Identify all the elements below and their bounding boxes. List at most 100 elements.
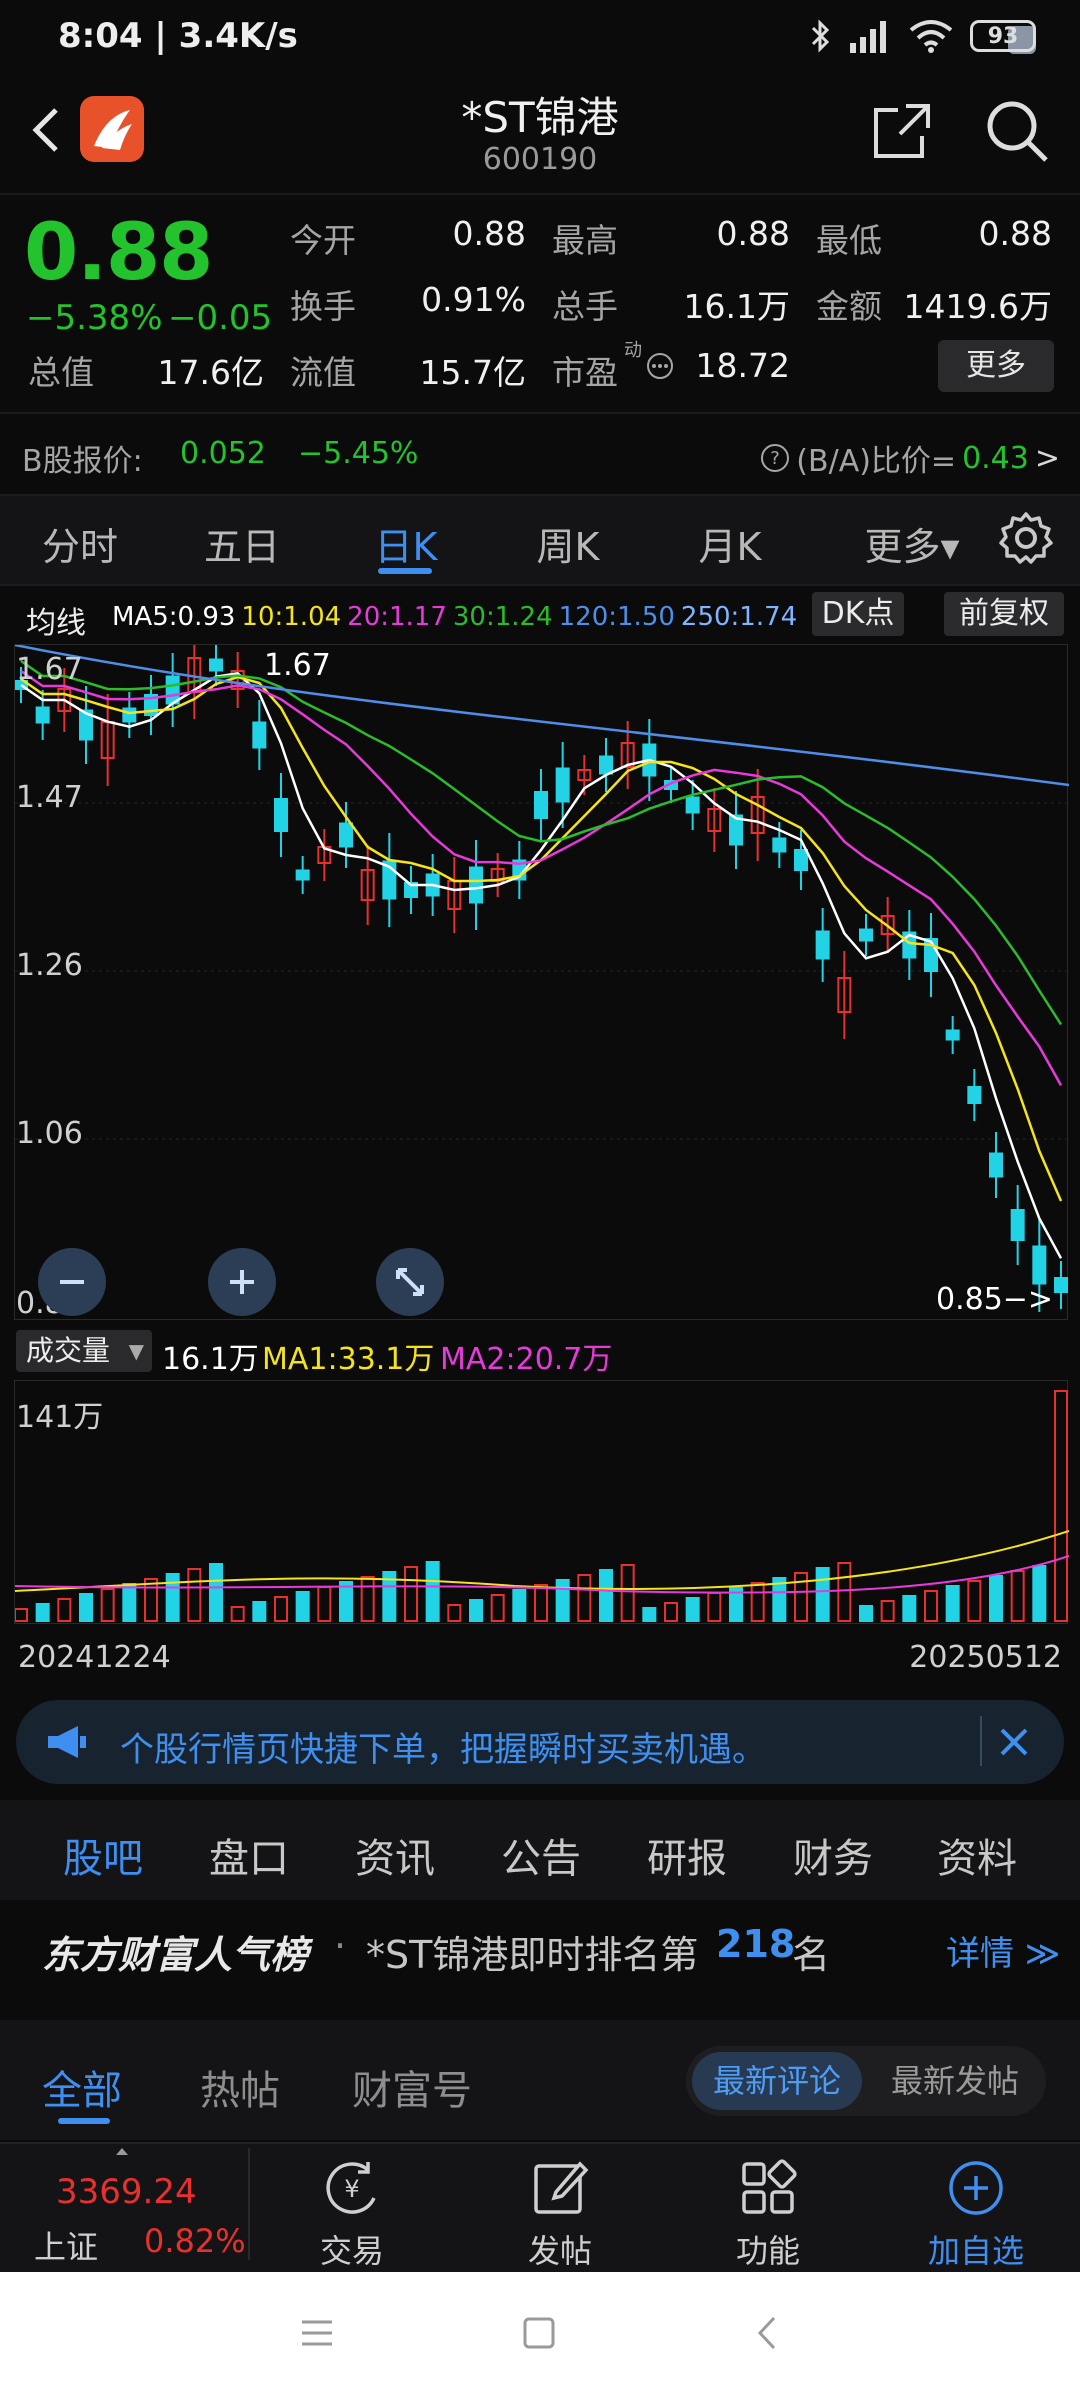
indicator-selector-label: 成交量 bbox=[26, 1334, 111, 1367]
float-label: 流值 bbox=[290, 353, 356, 392]
volume-bar bbox=[122, 1583, 137, 1622]
tab-more[interactable]: 更多▾ bbox=[842, 516, 982, 571]
indicator-selector[interactable]: 成交量 ▼ bbox=[16, 1330, 152, 1372]
add-circle-icon[interactable] bbox=[946, 2158, 1006, 2218]
signal-icon bbox=[850, 21, 886, 53]
menu-icon[interactable] bbox=[300, 2318, 334, 2348]
megaphone-icon bbox=[48, 1726, 86, 1758]
mcap-value: 17.6亿 bbox=[157, 353, 264, 392]
trade-icon[interactable]: ¥ bbox=[322, 2158, 382, 2218]
volume-max-label: 141万 bbox=[16, 1400, 104, 1435]
zoom-in-button[interactable] bbox=[208, 1248, 276, 1316]
candle-body bbox=[122, 707, 137, 723]
more-quote-button[interactable]: 更多 bbox=[938, 340, 1054, 392]
candle-body bbox=[295, 869, 310, 881]
post-icon[interactable] bbox=[530, 2158, 590, 2218]
section-gap bbox=[0, 1998, 1080, 2020]
nav-post[interactable]: 发帖 bbox=[500, 2226, 620, 2272]
volume-chart[interactable] bbox=[14, 1380, 1070, 1624]
candle-body bbox=[209, 658, 223, 672]
turnover-value: 0.91% bbox=[421, 280, 526, 319]
caret-up-icon bbox=[116, 2148, 128, 2155]
dk-point-button[interactable]: DK点 bbox=[812, 592, 904, 636]
bshare-price: 0.052 bbox=[180, 436, 266, 471]
forum-tab-hot[interactable]: 热帖 bbox=[200, 2058, 280, 2116]
bshare-ratio[interactable]: ? (B/A)比价= 0.43 > bbox=[760, 436, 1060, 480]
tab-financials[interactable]: 财务 bbox=[778, 1826, 888, 1884]
tab-daily-k[interactable]: 日K bbox=[346, 516, 466, 571]
ratio-value: 0.43 bbox=[962, 440, 1029, 476]
volume-bar bbox=[967, 1580, 982, 1622]
kline-chart[interactable] bbox=[14, 631, 1070, 1320]
volume-bar bbox=[165, 1573, 180, 1622]
ma120-value: 120:1.50 bbox=[558, 602, 675, 632]
ma-values: MA5:0.93 10:1.04 20:1.17 30:1.24 120:1.5… bbox=[112, 602, 797, 632]
sort-latest-comments[interactable]: 最新评论 bbox=[692, 2052, 862, 2110]
volume-bar bbox=[989, 1575, 1003, 1622]
candle-body bbox=[35, 706, 50, 724]
volume-bar bbox=[14, 1608, 28, 1622]
volume-bar bbox=[1054, 1390, 1068, 1622]
mcap-label: 总值 bbox=[28, 353, 94, 392]
ma10-value: 10:1.04 bbox=[241, 602, 342, 632]
volume-bar bbox=[490, 1594, 505, 1622]
caret-down-icon: ▼ bbox=[128, 1339, 144, 1363]
tab-news[interactable]: 资讯 bbox=[340, 1826, 450, 1884]
back-icon[interactable] bbox=[754, 2314, 780, 2352]
candle-body bbox=[1032, 1245, 1047, 1285]
pe-info-icon[interactable] bbox=[646, 352, 674, 380]
volume-bar bbox=[707, 1592, 722, 1622]
open-label: 今开 bbox=[290, 221, 356, 260]
adjust-mode-button[interactable]: 前复权 bbox=[944, 592, 1064, 636]
forum-tab-caifuhao[interactable]: 财富号 bbox=[352, 2058, 472, 2116]
index-value[interactable]: 3369.24 bbox=[56, 2172, 197, 2212]
status-time: 8:04 | 3.4K/s bbox=[58, 16, 298, 56]
forum-tab-all[interactable]: 全部 bbox=[42, 2058, 122, 2116]
tab-profile[interactable]: 资料 bbox=[922, 1826, 1032, 1884]
ma-line bbox=[20, 671, 1063, 1259]
tab-announcements[interactable]: 公告 bbox=[486, 1826, 596, 1884]
volume-bar bbox=[230, 1606, 245, 1622]
expand-icon bbox=[396, 1268, 424, 1296]
rank-detail-link[interactable]: 详情 ≫ bbox=[946, 1926, 1060, 1975]
fullscreen-button[interactable] bbox=[376, 1248, 444, 1316]
tab-monthly-k[interactable]: 月K bbox=[670, 516, 790, 571]
volume-ma2: MA2:20.7万 bbox=[440, 1342, 613, 1377]
change-amount: −0.05 bbox=[168, 298, 273, 338]
nav-trade[interactable]: 交易 bbox=[292, 2226, 412, 2272]
nav-add-watchlist[interactable]: 加自选 bbox=[916, 2226, 1036, 2272]
home-icon[interactable] bbox=[522, 2316, 556, 2350]
tab-intraday[interactable]: 分时 bbox=[20, 516, 140, 571]
zoom-out-button[interactable] bbox=[38, 1248, 106, 1316]
last-price-marker: 0.85−> bbox=[936, 1282, 1054, 1317]
gear-icon[interactable] bbox=[998, 510, 1054, 566]
tab-market-depth[interactable]: 盘口 bbox=[194, 1826, 304, 1884]
tab-five-day[interactable]: 五日 bbox=[182, 516, 302, 571]
volume-ma1-line bbox=[14, 1530, 1070, 1592]
share-icon[interactable] bbox=[870, 100, 934, 162]
apps-grid-icon[interactable] bbox=[738, 2158, 798, 2218]
pe-value: 18.72 bbox=[695, 346, 790, 385]
ma250-value: 250:1.74 bbox=[680, 602, 798, 632]
tab-research[interactable]: 研报 bbox=[632, 1826, 742, 1884]
candle-body bbox=[1010, 1209, 1025, 1241]
volume-bar bbox=[469, 1599, 483, 1622]
search-icon[interactable] bbox=[984, 98, 1050, 164]
tab-weekly-k[interactable]: 周K bbox=[508, 516, 628, 571]
bshare-change: −5.45% bbox=[298, 436, 419, 471]
rank-logo: 东方财富人气榜 bbox=[42, 1933, 309, 1977]
close-icon[interactable] bbox=[998, 1726, 1030, 1758]
end-date: 20250512 bbox=[909, 1640, 1062, 1675]
candle-body bbox=[945, 1029, 960, 1041]
candle-body bbox=[339, 822, 353, 848]
ma-line bbox=[20, 675, 1063, 1202]
candle-body bbox=[772, 837, 787, 853]
candle-body bbox=[469, 866, 483, 904]
sort-latest-posts[interactable]: 最新发帖 bbox=[870, 2052, 1040, 2110]
volume-bar bbox=[339, 1581, 353, 1622]
candle-body bbox=[989, 1152, 1003, 1178]
candle-body bbox=[599, 755, 613, 775]
tab-forum[interactable]: 股吧 bbox=[48, 1826, 158, 1884]
volume-bar bbox=[750, 1582, 765, 1622]
nav-functions[interactable]: 功能 bbox=[708, 2226, 828, 2272]
